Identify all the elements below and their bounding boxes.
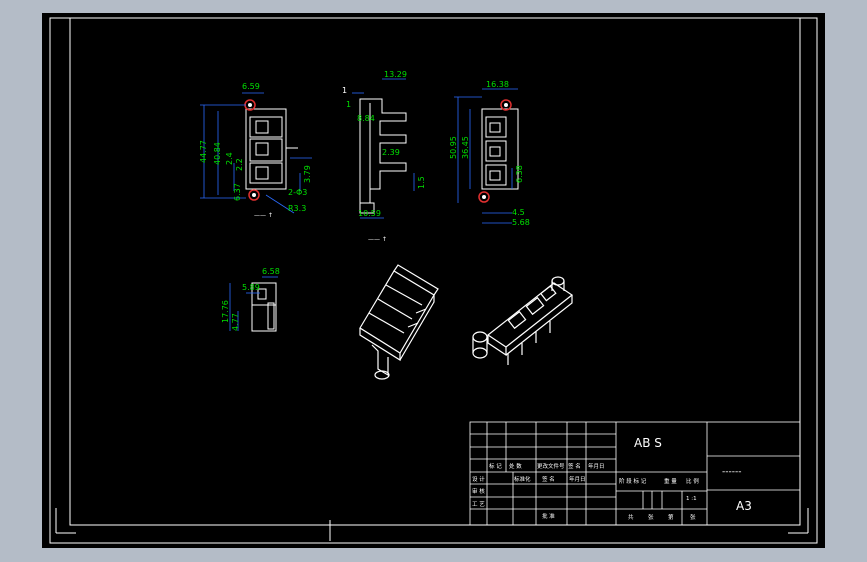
drawing-canvas: 标 记 处 数 更改文件号 签 名 年月日 设 计 标准化 签 名 年月日 阶 … [42,13,825,548]
dim-front-2: 40.84 [213,142,222,165]
dash-text: ------ [722,467,742,477]
cad-drawing: 标 记 处 数 更改文件号 签 名 年月日 设 计 标准化 签 名 年月日 阶 … [49,17,818,544]
dim-front-8: R3.3 [288,204,306,213]
dim-front-1: 44.77 [199,140,208,163]
tb-bottom-1: 张 [648,513,654,521]
tb-row1-3: 年月日 [569,475,586,483]
dim-front-4: 2.2 [235,158,244,171]
dim-side-2: 2.39 [382,148,400,157]
dim-front-7: 3.79 [303,165,312,183]
tb-stage-1: 重 量 [664,477,677,485]
inner-frame [69,17,801,526]
tb-row1-0: 设 计 [472,475,485,483]
material-text: AB S [634,436,662,450]
dim-front-5: 6.37 [233,183,242,201]
dim-side-1: 8.84 [357,114,375,123]
dim-right-3: 6.38 [515,165,524,183]
side-view-label: —— ↑ [368,236,387,243]
tb-stage-0: 阶 段 标 记 [619,477,647,485]
tb-header-0: 标 记 [489,462,502,470]
tb-header-2: 更改文件号 [537,462,565,470]
tb-row2-0: 审 核 [472,487,485,495]
right-view: 16.38 50.95 36.45 6.38 4.5 5.68 [449,80,530,227]
dim-front-0: 6.59 [242,82,260,91]
tb-bottom-2: 第 [668,513,674,521]
tb-header-4: 年月日 [588,462,605,470]
tb-row2-1: 工 艺 [472,501,485,508]
outer-border [49,17,818,544]
isometric-view-1 [359,264,439,380]
dim-side-4: 10.59 [358,209,381,218]
front-view: 6.59 44.77 40.84 2.4 2.2 6.37 2-Φ3 3.79 … [199,82,312,219]
dim-right-5: 5.68 [512,218,530,227]
detail-view: 6.58 5.89 17.76 4.77 [221,267,280,332]
tb-row2-2: 批 准 [542,512,555,520]
sheet-size-text: A3 [736,499,752,513]
dim-detail-2: 17.76 [221,300,230,323]
dim-detail-1: 5.89 [242,283,260,292]
dim-front-3: 2.4 [225,152,234,165]
dim-detail-0: 6.58 [262,267,280,276]
dim-right-4: 4.5 [512,208,525,217]
side-view-top-label: 1 [342,86,347,95]
tb-header-1: 处 数 [509,462,522,470]
dim-right-1: 50.95 [449,136,458,159]
dim-front-6: 2-Φ3 [288,188,307,197]
dim-detail-3: 4.77 [231,313,240,331]
tb-row1-1: 标准化 [514,475,531,483]
tb-bottom-3: 张 [690,513,696,521]
dim-side-5: 1 [346,100,351,109]
isometric-view-2 [472,276,574,365]
dim-right-2: 36.45 [461,136,470,159]
dim-side-3: 1.5 [417,176,426,189]
front-view-label: —— ↑ [254,212,273,219]
tb-bottom-0: 共 [628,513,634,521]
tb-stage-2: 比 例 [686,477,699,485]
scale-value: 1 :1 [686,496,697,502]
dim-side-0: 13.29 [384,70,407,79]
side-view: 1 13.29 8.84 2.39 1.5 10.59 1 —— ↑ [342,70,426,243]
dim-right-0: 16.38 [486,80,509,89]
tb-header-3: 签 名 [568,462,581,470]
tb-row1-2: 签 名 [542,475,555,483]
